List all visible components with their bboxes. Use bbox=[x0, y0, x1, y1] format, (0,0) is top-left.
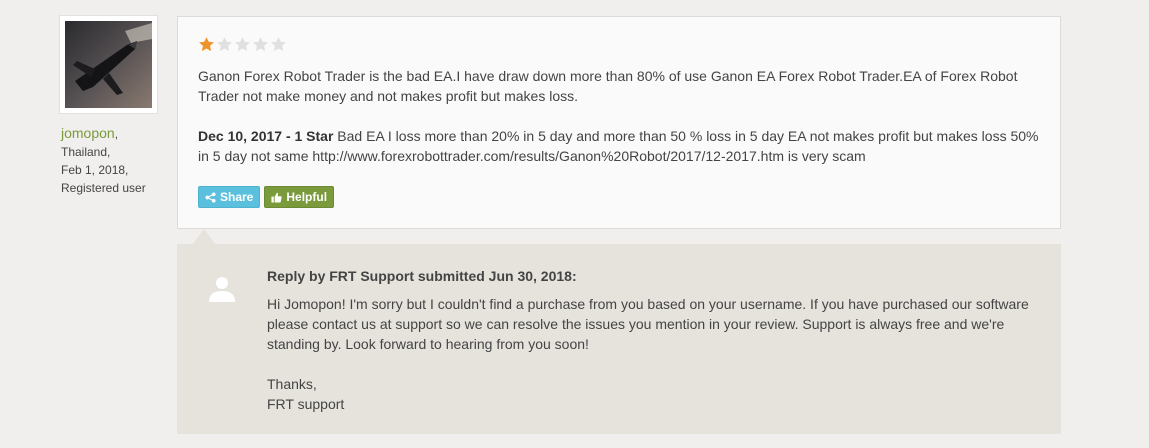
reply-body: Hi Jomopon! I'm sorry but I couldn't fin… bbox=[267, 294, 1047, 414]
review-actions: Share Helpful bbox=[198, 186, 335, 208]
reply-paragraph: Hi Jomopon! I'm sorry but I couldn't fin… bbox=[267, 296, 1029, 352]
star-empty-icon bbox=[271, 37, 286, 52]
review-body: Ganon Forex Robot Trader is the bad EA.I… bbox=[198, 66, 1048, 186]
jet-avatar-image bbox=[65, 21, 152, 108]
username-comma: , bbox=[114, 127, 119, 141]
reviewer-username-link[interactable]: jomopon bbox=[61, 125, 115, 141]
share-icon bbox=[205, 191, 216, 203]
reviewer-country: Thailand, bbox=[61, 145, 111, 159]
reply-signoff-2: FRT support bbox=[267, 396, 345, 412]
share-label: Share bbox=[220, 190, 254, 204]
review-paragraph: Ganon Forex Robot Trader is the bad EA.I… bbox=[198, 68, 1018, 104]
star-filled-icon bbox=[199, 37, 214, 52]
reply-pointer bbox=[193, 229, 215, 244]
helpful-button[interactable]: Helpful bbox=[264, 186, 335, 208]
user-silhouette-icon bbox=[209, 277, 235, 302]
star-empty-icon bbox=[217, 37, 232, 52]
thumbs-up-icon bbox=[271, 192, 283, 203]
review-card: Ganon Forex Robot Trader is the bad EA.I… bbox=[177, 16, 1061, 229]
reply-heading: Reply by FRT Support submitted Jun 30, 2… bbox=[267, 268, 577, 284]
reviewer-date: Feb 1, 2018, bbox=[61, 163, 129, 177]
reviewer-avatar[interactable] bbox=[60, 16, 157, 113]
review-update-label: Dec 10, 2017 - 1 Star bbox=[198, 128, 334, 144]
star-rating bbox=[198, 36, 287, 53]
reviewer-role: Registered user bbox=[61, 181, 146, 195]
share-button[interactable]: Share bbox=[198, 186, 261, 208]
review-update: Dec 10, 2017 - 1 Star Bad EA I loss more… bbox=[198, 126, 1048, 166]
star-empty-icon bbox=[253, 37, 268, 52]
star-empty-icon bbox=[235, 37, 250, 52]
reply-card: Reply by FRT Support submitted Jun 30, 2… bbox=[177, 244, 1061, 434]
reply-signoff-1: Thanks, bbox=[267, 376, 317, 392]
reviewer-info: jomopon, Thailand, Feb 1, 2018, Register… bbox=[61, 124, 146, 197]
helpful-label: Helpful bbox=[286, 190, 328, 204]
